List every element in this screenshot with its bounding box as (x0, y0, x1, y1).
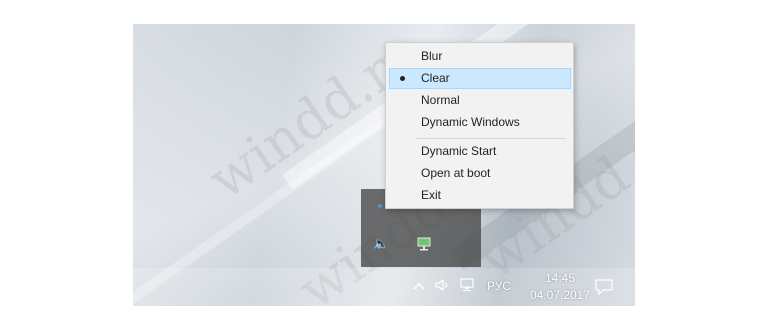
menu-item-dynamic-start[interactable]: Dynamic Start (389, 141, 571, 162)
clock-date[interactable]: 04.07.2017 (523, 288, 597, 302)
menu-item-normal[interactable]: Normal (389, 90, 571, 111)
menu-item-open-at-boot[interactable]: Open at boot (389, 163, 571, 184)
menu-item-label: Open at boot (421, 166, 491, 180)
chevron-up-icon[interactable] (413, 280, 425, 294)
speaker-icon[interactable] (435, 278, 451, 295)
menu-item-clear[interactable]: Clear (389, 68, 571, 89)
menu-item-exit[interactable]: Exit (389, 185, 571, 206)
network-app-icon[interactable] (416, 237, 432, 251)
menu-item-label: Blur (421, 49, 443, 63)
menu-item-dynamic-windows[interactable]: Dynamic Windows (389, 112, 571, 133)
speaker-app-icon[interactable]: 🔈 (373, 237, 389, 251)
taskbar: РУС 14:45 04.07.2017 (133, 268, 635, 306)
clock-time[interactable]: 14:45 (535, 271, 585, 285)
network-icon[interactable] (460, 278, 478, 295)
menu-item-blur[interactable]: Blur (389, 46, 571, 67)
radio-bullet-icon (400, 76, 405, 81)
action-center-icon[interactable] (595, 279, 613, 298)
language-indicator[interactable]: РУС (487, 279, 511, 293)
menu-item-label: Normal (421, 93, 460, 107)
menu-item-label: Clear (421, 71, 450, 85)
menu-item-label: Dynamic Start (421, 144, 497, 158)
menu-item-label: Dynamic Windows (421, 115, 520, 129)
menu-separator (416, 138, 566, 139)
menu-item-label: Exit (421, 188, 442, 202)
context-menu: Blur Clear Normal Dynamic Windows Dynami… (385, 42, 574, 209)
